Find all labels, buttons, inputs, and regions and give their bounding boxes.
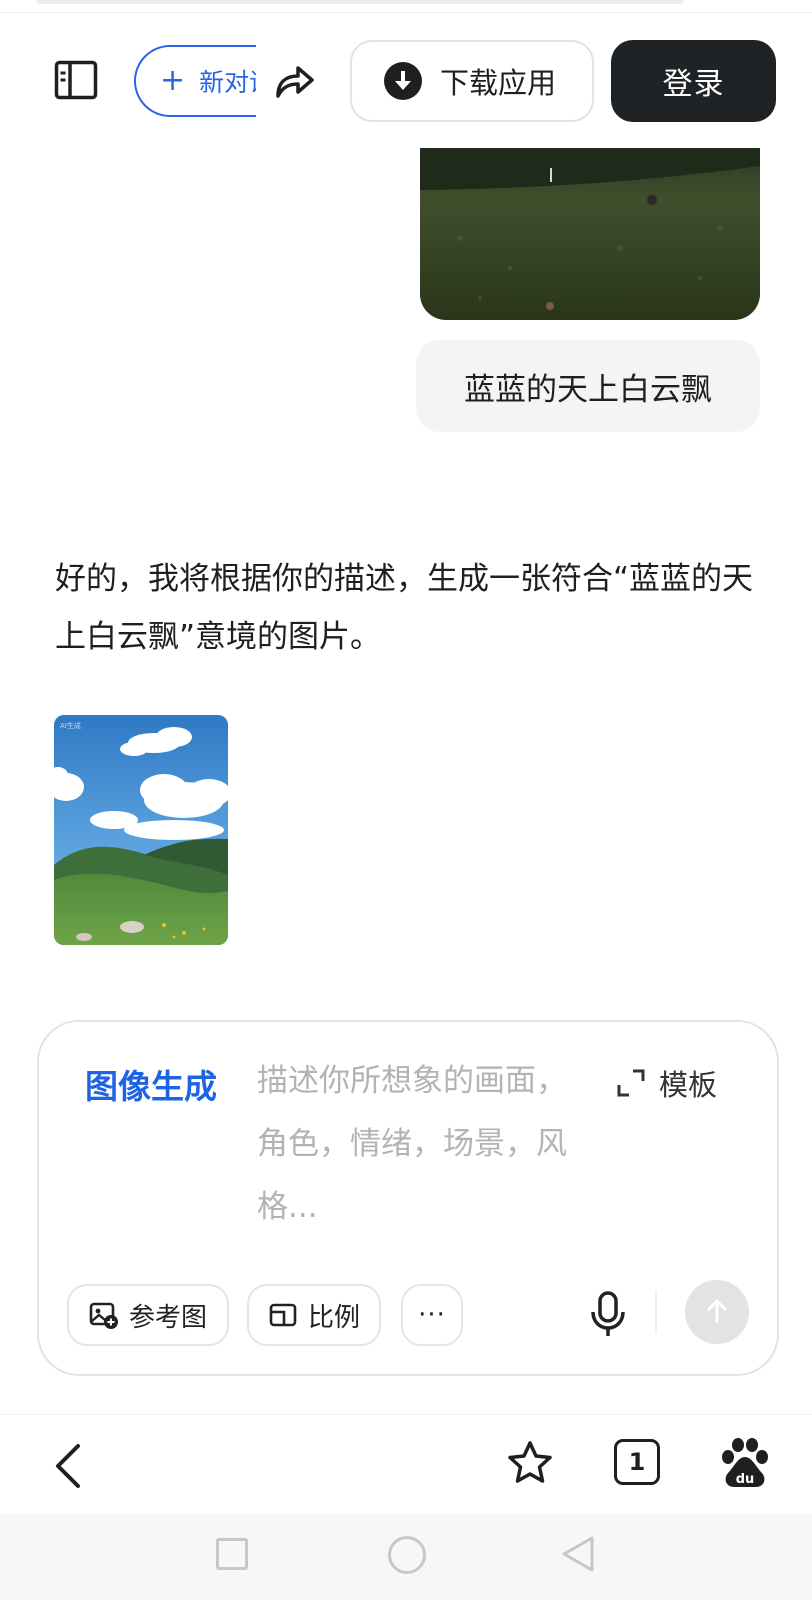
prompt-composer: 图像生成 描述你所想象的画面，角色，情绪，场景，风格... 模板 参考图 比例 … [37,1020,779,1376]
template-button[interactable]: 模板 [615,1062,717,1104]
new-chat-label: 新对话 [199,68,256,97]
recent-apps-button[interactable] [216,1538,248,1570]
download-app-button[interactable]: 下载应用 [350,40,594,122]
image-add-icon [89,1302,118,1329]
more-tools-label: ··· [418,1300,446,1330]
svg-text:du: du [736,1472,755,1487]
star-icon [508,1441,552,1483]
ratio-label: 比例 [307,1302,360,1333]
baidu-home-button[interactable]: du [720,1437,770,1489]
system-back-button[interactable] [560,1534,596,1574]
more-tools-button[interactable]: ··· [401,1284,463,1346]
back-button[interactable] [48,1441,88,1491]
baidu-paw-icon: du [722,1438,768,1487]
sidebar-icon [54,60,98,100]
share-icon [276,66,314,98]
microphone-icon [591,1291,625,1336]
composer-divider [655,1290,657,1334]
chevron-left-icon [56,1444,80,1488]
template-label: 模板 [659,1068,718,1102]
user-message-text: 蓝蓝的天上白云飘 [464,371,712,408]
user-message-bubble: 蓝蓝的天上白云飘 [416,340,760,432]
plus-icon: + [160,63,186,98]
tab-count: 1 [628,1448,646,1476]
top-divider [0,12,812,13]
mode-label[interactable]: 图像生成 [85,1060,217,1108]
assistant-message-text: 好的，我将根据你的描述，生成一张符合“蓝蓝的天上白云飘”意境的图片。 [55,561,754,655]
previous-input-edge [36,0,684,4]
prompt-input[interactable]: 描述你所想象的画面，角色，情绪，场景，风格... [257,1050,597,1239]
arrow-up-icon [706,1299,728,1323]
voice-input-button[interactable] [587,1290,629,1338]
reference-image-label: 参考图 [128,1302,207,1333]
app-header: + 新对话 下载应用 登录 [0,40,812,122]
system-navigation-bar [0,1514,812,1600]
ai-generated-watermark: AI生成 [60,722,81,730]
ratio-button[interactable]: 比例 [247,1284,381,1346]
expand-icon [617,1069,645,1097]
download-icon [384,62,422,100]
login-button[interactable]: 登录 [611,40,776,122]
browser-toolbar: 1 du [0,1414,812,1514]
reference-image-button[interactable]: 参考图 [67,1284,229,1346]
sidebar-toggle-button[interactable] [54,60,98,100]
bookmark-button[interactable] [506,1439,554,1487]
home-button[interactable] [388,1536,426,1574]
new-chat-button[interactable]: + 新对话 [134,45,256,117]
user-sent-image[interactable] [420,148,760,320]
send-button[interactable] [685,1280,749,1344]
login-label: 登录 [662,67,725,102]
tabs-button[interactable]: 1 [614,1439,660,1485]
generated-image[interactable]: AI生成 [54,715,228,945]
ratio-icon [269,1303,297,1327]
download-app-label: 下载应用 [440,66,557,100]
share-button[interactable] [272,60,316,102]
triangle-back-icon [562,1536,594,1572]
